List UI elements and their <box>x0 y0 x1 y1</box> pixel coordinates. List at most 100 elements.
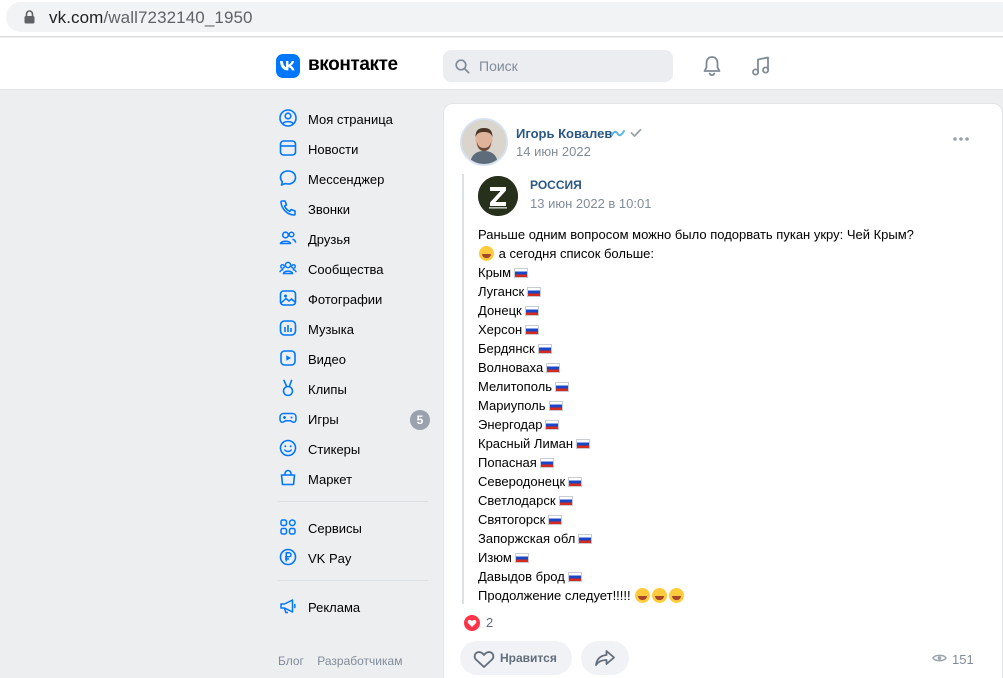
post-text-line: Изюм <box>478 548 978 567</box>
group-avatar[interactable] <box>478 176 518 216</box>
sidebar-footer: Блог Разработчикам <box>278 654 412 668</box>
post-text-line: Светлодарск <box>478 491 978 510</box>
post-text-line: Херсон <box>478 320 978 339</box>
games-count-badge: 5 <box>410 410 430 430</box>
verified-check-icon <box>630 128 642 137</box>
sidebar-item-ads[interactable]: Реклама <box>272 590 432 620</box>
search-input[interactable] <box>479 56 659 76</box>
post-date[interactable]: 14 июн 2022 <box>516 144 591 159</box>
message-icon <box>279 170 297 186</box>
sidebar-divider <box>278 501 428 502</box>
heart-outline-icon <box>473 651 495 668</box>
russian-flag-icon <box>525 325 540 335</box>
author-avatar[interactable] <box>460 118 508 166</box>
sidebar-item-label: Новости <box>308 142 359 157</box>
sidebar-item-label: Звонки <box>308 202 350 217</box>
repost-group-name[interactable]: РОССИЯ <box>530 178 582 192</box>
sidebar-item-label: Маркет <box>308 472 353 487</box>
russian-flag-icon <box>539 458 554 468</box>
sidebar-item-label: Стикеры <box>308 442 361 457</box>
url-field[interactable]: vk.com/wall7232140_1950 <box>6 2 1003 32</box>
search-box[interactable] <box>443 50 673 82</box>
footer-link-blog[interactable]: Блог <box>278 654 304 668</box>
russian-flag-icon <box>567 572 582 582</box>
sidebar-item-music[interactable]: Музыка <box>272 312 432 342</box>
communities-icon <box>279 261 297 275</box>
user-circle-icon <box>279 109 297 127</box>
friends-icon <box>279 231 297 245</box>
author-name[interactable]: Игорь Ковалев <box>516 126 612 141</box>
post-text-line: Раньше одним вопросом можно было подорва… <box>478 227 914 242</box>
sidebar-item-label: VK Pay <box>308 551 352 566</box>
russian-flag-icon <box>548 401 563 411</box>
video-icon <box>280 350 296 366</box>
russian-flag-icon <box>527 287 542 297</box>
post-text-line: Красный Лиман <box>478 434 978 453</box>
share-button[interactable] <box>581 641 629 675</box>
russian-flag-icon <box>514 268 529 278</box>
russian-flag-icon <box>524 306 539 316</box>
search-icon <box>455 59 470 74</box>
sidebar-item-news[interactable]: Новости <box>272 132 432 162</box>
footer-link-developers[interactable]: Разработчикам <box>317 654 402 668</box>
post-text-line: Святогорск <box>478 510 978 529</box>
sidebar-item-market[interactable]: Маркет <box>272 462 432 492</box>
sidebar-item-friends[interactable]: Друзья <box>272 222 432 252</box>
russian-flag-icon <box>548 515 563 525</box>
grinning-emoji-icon <box>652 588 668 603</box>
post-text-line: Мариуполь <box>478 396 978 415</box>
bag-icon <box>280 469 296 486</box>
post-text-line: Донецк <box>478 301 978 320</box>
bell-icon[interactable] <box>700 54 724 78</box>
sidebar-item-communities[interactable]: Сообщества <box>272 252 432 282</box>
sidebar-item-label: Моя страница <box>308 112 393 127</box>
heart-reaction-icon <box>464 615 480 631</box>
post-text-line: Мелитополь <box>478 377 978 396</box>
russian-flag-icon <box>545 420 560 430</box>
wave-emoji-icon <box>611 130 625 137</box>
sidebar-item-label: Сообщества <box>308 262 384 277</box>
sidebar-divider <box>278 580 428 581</box>
sidebar-item-photos[interactable]: Фотографии <box>272 282 432 312</box>
post-text-line: Северодонецк <box>478 472 978 491</box>
sidebar-item-messenger[interactable]: Мессенджер <box>272 162 432 192</box>
russian-flag-icon <box>555 382 570 392</box>
russian-flag-icon <box>558 496 573 506</box>
phone-icon <box>280 200 296 216</box>
grinning-emoji-icon <box>669 588 685 603</box>
post-text-line: Волноваха <box>478 358 978 377</box>
post-text-line: Запоржская обл <box>478 529 978 548</box>
vk-header: вконтакте <box>0 38 1003 90</box>
sidebar-item-stickers[interactable]: Стикеры <box>272 432 432 462</box>
post-text-line: а сегодня список больше: <box>478 244 978 263</box>
vk-logo-icon[interactable] <box>276 54 300 78</box>
wall-post: Игорь Ковалев 14 июн 2022 РОССИЯ 13 июн … <box>443 103 1003 678</box>
vk-logo-text[interactable]: вконтакте <box>308 54 398 76</box>
sidebar-item-video[interactable]: Видео <box>272 342 432 372</box>
news-icon <box>279 140 297 156</box>
sidebar-item-label: Игры <box>308 412 339 427</box>
sidebar-item-label: Фотографии <box>308 292 383 307</box>
sidebar-item-vk-pay[interactable]: VK Pay <box>272 541 432 571</box>
post-text-line: Бердянск <box>478 339 978 358</box>
services-icon <box>280 519 296 535</box>
music-note-icon[interactable] <box>749 54 773 78</box>
sidebar-item-clips[interactable]: Клипы <box>272 372 432 402</box>
ruble-icon <box>279 548 297 566</box>
sidebar-item-label: Мессенджер <box>308 172 385 187</box>
sidebar-item-games[interactable]: Игры 5 <box>272 402 432 432</box>
post-text: Раньше одним вопросом можно было подорва… <box>478 225 978 605</box>
lock-icon <box>24 10 35 24</box>
url-text: vk.com/wall7232140_1950 <box>49 8 253 28</box>
laughing-emoji-icon <box>479 246 494 261</box>
like-button[interactable]: Нравится <box>460 641 572 675</box>
more-options-icon[interactable] <box>952 136 970 142</box>
sidebar-item-services[interactable]: Сервисы <box>272 511 432 541</box>
sidebar-item-calls[interactable]: Звонки <box>272 192 432 222</box>
repost-date[interactable]: 13 июн 2022 в 10:01 <box>530 196 651 211</box>
photo-icon <box>279 290 297 306</box>
post-text-line: Давыдов брод <box>478 567 978 586</box>
sidebar-item-my-page[interactable]: Моя страница <box>272 102 432 132</box>
post-text-line: Продолжение следует!!!!! <box>478 586 978 605</box>
url-host: vk.com <box>49 8 104 27</box>
